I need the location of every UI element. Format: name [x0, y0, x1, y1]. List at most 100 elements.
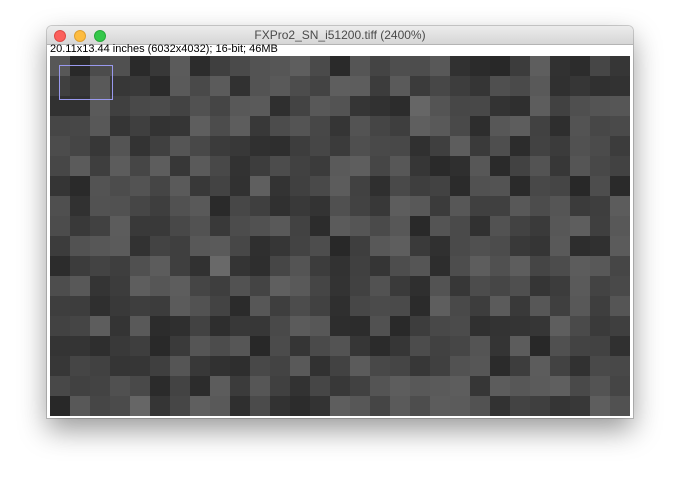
image-pixel [70, 236, 90, 256]
image-pixel [570, 316, 590, 336]
image-pixel [190, 196, 210, 216]
image-pixel [410, 56, 430, 76]
image-pixel [430, 236, 450, 256]
image-pixel [610, 56, 630, 76]
image-pixel [590, 296, 610, 316]
image-pixel [410, 276, 430, 296]
image-pixel [490, 56, 510, 76]
image-pixel [430, 376, 450, 396]
image-pixel [550, 376, 570, 396]
image-pixel [310, 96, 330, 116]
image-pixel [110, 396, 130, 416]
image-pixel [270, 136, 290, 156]
image-pixel [170, 396, 190, 416]
image-pixel [570, 236, 590, 256]
image-pixel [430, 76, 450, 96]
image-pixel [350, 76, 370, 96]
image-pixel [330, 236, 350, 256]
image-pixel [570, 76, 590, 96]
image-pixel [510, 196, 530, 216]
image-pixel [490, 196, 510, 216]
image-pixel [150, 376, 170, 396]
image-pixel [290, 376, 310, 396]
image-pixel [550, 156, 570, 176]
image-pixel [570, 176, 590, 196]
image-pixel [610, 96, 630, 116]
image-pixel [450, 396, 470, 416]
image-pixel [290, 396, 310, 416]
image-canvas[interactable] [50, 56, 630, 416]
image-pixel [150, 296, 170, 316]
image-pixel [590, 236, 610, 256]
image-pixel [170, 256, 190, 276]
image-pixel [590, 316, 610, 336]
image-pixel [250, 256, 270, 276]
image-pixel [550, 216, 570, 236]
image-pixel [410, 396, 430, 416]
image-pixel [170, 296, 190, 316]
image-pixel [150, 76, 170, 96]
image-pixel [110, 356, 130, 376]
image-pixel [190, 336, 210, 356]
image-pixel [50, 236, 70, 256]
image-pixel [570, 396, 590, 416]
image-pixel [170, 56, 190, 76]
image-pixel [190, 176, 210, 196]
image-pixel [110, 276, 130, 296]
image-pixel [470, 176, 490, 196]
image-pixel [410, 256, 430, 276]
image-pixel [430, 256, 450, 276]
image-pixel [70, 256, 90, 276]
image-pixel [510, 296, 530, 316]
image-pixel [290, 276, 310, 296]
image-pixel [330, 96, 350, 116]
image-pixel [390, 76, 410, 96]
image-pixel [330, 56, 350, 76]
image-pixel [490, 116, 510, 136]
image-pixel [270, 216, 290, 236]
image-pixel [270, 196, 290, 216]
image-pixel [350, 396, 370, 416]
image-pixel [170, 156, 190, 176]
image-pixel [410, 96, 430, 116]
image-pixel [270, 376, 290, 396]
navigator-rectangle[interactable] [59, 65, 113, 100]
image-pixel [310, 136, 330, 156]
image-pixel [50, 216, 70, 236]
image-pixel [370, 336, 390, 356]
image-pixel [190, 296, 210, 316]
image-pixel [90, 256, 110, 276]
image-pixel [210, 196, 230, 216]
image-pixel [130, 96, 150, 116]
image-pixel [350, 276, 370, 296]
image-pixel [130, 316, 150, 336]
image-pixel [310, 276, 330, 296]
image-pixel [270, 76, 290, 96]
image-pixel [70, 316, 90, 336]
image-pixel [50, 156, 70, 176]
image-pixel [270, 256, 290, 276]
image-pixel [430, 336, 450, 356]
image-pixel [610, 396, 630, 416]
image-pixel [70, 116, 90, 136]
image-pixel [470, 116, 490, 136]
image-pixel [470, 156, 490, 176]
image-pixel [590, 136, 610, 156]
image-pixel [230, 156, 250, 176]
image-pixel [310, 216, 330, 236]
image-pixel [110, 316, 130, 336]
image-pixel [270, 176, 290, 196]
image-pixel [490, 216, 510, 236]
image-pixel [90, 356, 110, 376]
image-pixel [490, 256, 510, 276]
image-pixel [530, 316, 550, 336]
image-pixel [230, 256, 250, 276]
image-pixel [270, 236, 290, 256]
image-pixel [570, 356, 590, 376]
image-pixel [490, 336, 510, 356]
image-pixel [390, 356, 410, 376]
image-pixel [70, 156, 90, 176]
image-pixel [610, 376, 630, 396]
image-pixel [350, 336, 370, 356]
image-pixel [530, 356, 550, 376]
